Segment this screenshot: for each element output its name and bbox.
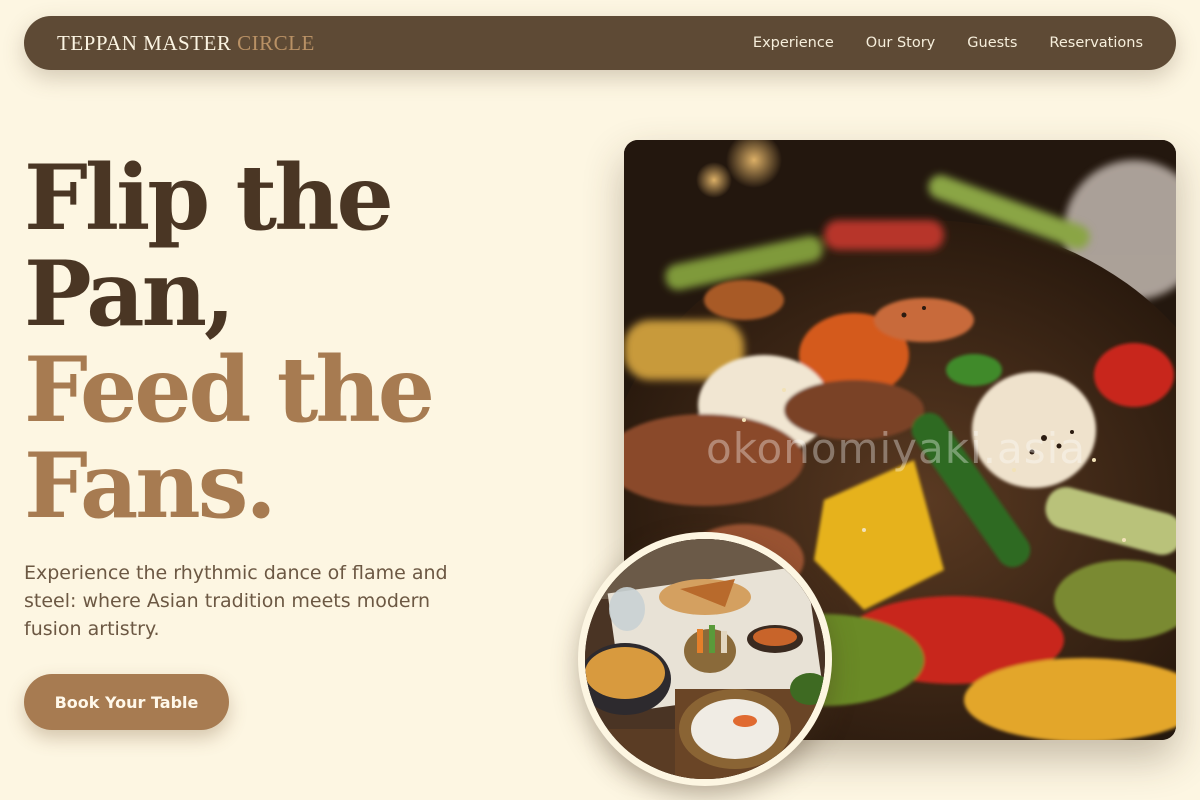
dining-table-photo [578,532,832,786]
site-logo[interactable]: TEPPAN MASTER CIRCLE [57,31,315,56]
nav-link-reservations[interactable]: Reservations [1049,35,1143,51]
headline-line-1: Flip the [24,145,394,251]
nav-link-guests[interactable]: Guests [967,35,1017,51]
book-table-button[interactable]: Book Your Table [24,674,229,730]
top-navbar: TEPPAN MASTER CIRCLE Experience Our Stor… [24,16,1176,70]
image-watermark: okonomiyaki.asia [706,424,1087,473]
nav-link-experience[interactable]: Experience [753,35,834,51]
headline-line-4: Fans. [24,433,277,539]
hero-headline: Flip the Pan, Feed the Fans. [24,145,435,539]
nav-link-our-story[interactable]: Our Story [866,35,935,51]
nav-links: Experience Our Story Guests Reservations [753,35,1143,51]
headline-line-2: Pan, [24,241,235,347]
page: TEPPAN MASTER CIRCLE Experience Our Stor… [0,0,1200,800]
hero-subtitle: Experience the rhythmic dance of flame a… [24,562,448,640]
headline-line-3: Feed the [24,337,435,443]
logo-accent-text: CIRCLE [237,30,315,55]
logo-main-text: TEPPAN MASTER [57,30,232,55]
table-spread-illustration [585,539,825,779]
